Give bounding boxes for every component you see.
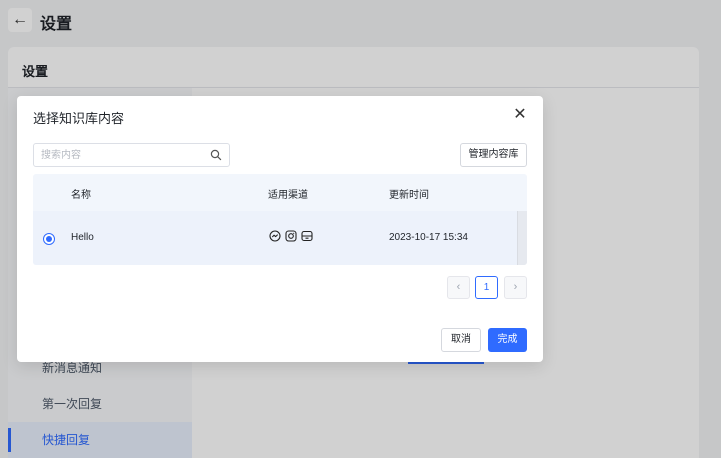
done-button[interactable]: 完成: [488, 328, 527, 352]
chevron-left-icon[interactable]: ‹: [447, 276, 470, 299]
search-icon[interactable]: [210, 149, 222, 161]
row-channels: [269, 230, 313, 242]
row-name: Hello: [71, 232, 94, 243]
column-header-updated: 更新时间: [389, 190, 429, 201]
row-updated-time: 2023-10-17 15:34: [389, 232, 468, 243]
select-knowledge-modal: 选择知识库内容 ✕ 管理内容库 名称 适用渠道 更新时间 Hello: [17, 96, 543, 362]
column-header-channels: 适用渠道: [268, 190, 308, 201]
manage-content-library-button[interactable]: 管理内容库: [460, 143, 527, 167]
table-row[interactable]: Hello 2023-10-17 15:34: [33, 211, 527, 265]
row-select-radio[interactable]: [43, 233, 55, 245]
table-scrollbar[interactable]: [517, 211, 527, 265]
table-header: 名称 适用渠道 更新时间: [33, 174, 527, 211]
search-input[interactable]: [34, 144, 204, 166]
page-button-current[interactable]: 1: [475, 276, 498, 299]
cancel-button[interactable]: 取消: [441, 328, 481, 352]
content-table: 名称 适用渠道 更新时间 Hello 2023-10-17 15:34: [33, 174, 527, 265]
inbox-icon: [301, 230, 313, 242]
instagram-icon: [285, 230, 297, 242]
search-box: [33, 143, 230, 167]
chevron-right-icon[interactable]: ›: [504, 276, 527, 299]
close-icon[interactable]: ✕: [511, 106, 529, 124]
modal-title: 选择知识库内容: [33, 111, 125, 126]
column-header-name: 名称: [71, 190, 91, 201]
messenger-icon: [269, 230, 281, 242]
